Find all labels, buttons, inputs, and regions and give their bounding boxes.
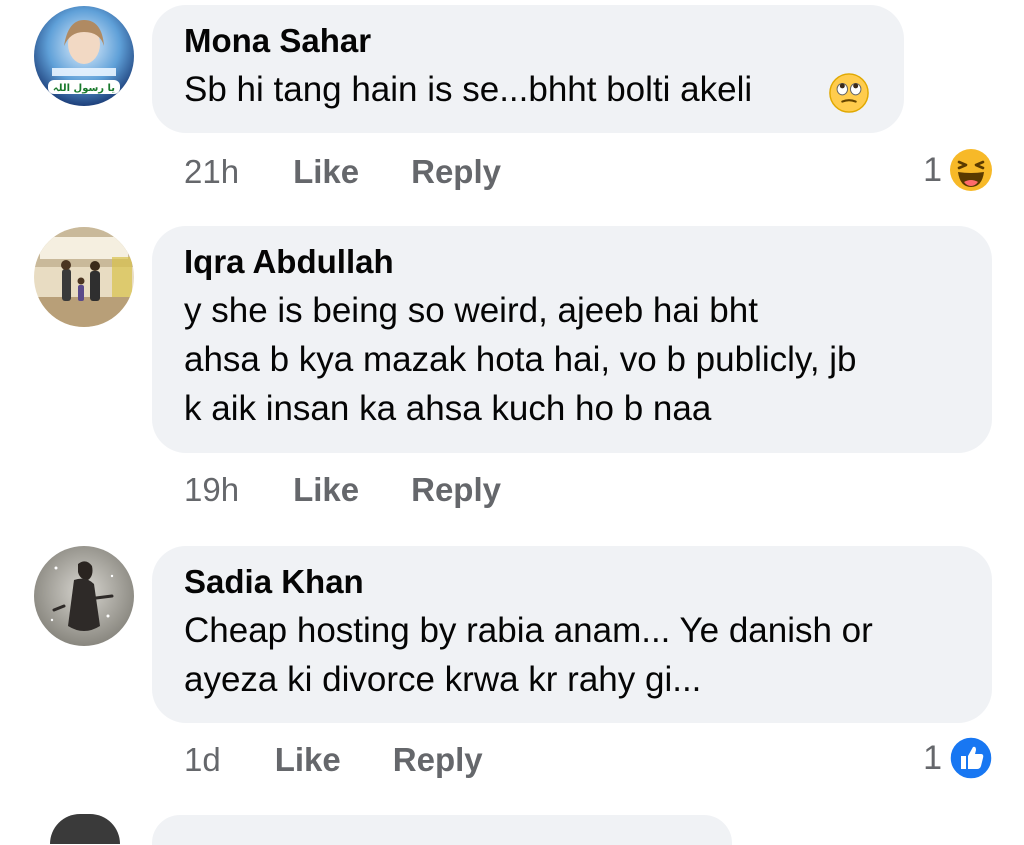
comment-timestamp[interactable]: 1d [184,741,221,779]
comment-author[interactable]: Mona Sahar [184,21,872,61]
comment-text-line: ayeza ki divorce krwa kr rahy gi... [184,660,702,699]
comment-author[interactable]: Iqra Abdullah [184,242,960,282]
comment-text-line: y she is being so weird, ajeeb hai bht [184,291,758,330]
reaction-summary[interactable]: 1 [923,734,994,782]
haha-reaction-icon [950,149,992,191]
comment-actions: 19h Like Reply [184,468,553,512]
reaction-count: 1 [923,738,942,777]
comment-actions: 21h Like Reply [184,150,553,194]
comment-author[interactable]: Sadia Khan [184,562,960,602]
avatar[interactable] [50,814,120,844]
comment-text: Sb hi tang hain is se...bhht bolti akeli [184,65,872,114]
comment-bubble: Sadia Khan Cheap hosting by rabia anam..… [152,546,992,723]
comment-text: Cheap hosting by rabia anam... Ye danish… [184,606,960,704]
comment-text-line: Sb hi tang hain is se...bhht bolti akeli [184,70,753,109]
like-button[interactable]: Like [275,741,341,779]
comment-bubble: Iqra Abdullah y she is being so weird, a… [152,226,992,453]
comment-timestamp[interactable]: 21h [184,153,239,191]
avatar[interactable] [34,546,134,646]
avatar[interactable] [34,227,134,327]
profile-picture-icon: یا رسول اللہ [34,6,134,106]
comment-bubble: Mona Sahar Sb hi tang hain is se...bhht … [152,5,904,133]
comment-text-line: ahsa b kya mazak hota hai, vo b publicly… [184,340,857,379]
eye-roll-emoji-icon [829,73,869,113]
like-reaction-icon [949,736,993,780]
avatar[interactable]: یا رسول اللہ [34,6,134,106]
comment-text: y she is being so weird, ajeeb hai bht a… [184,286,960,433]
like-button[interactable]: Like [293,153,359,191]
reaction-count: 1 [923,150,942,189]
reply-button[interactable]: Reply [393,741,483,779]
comment-timestamp[interactable]: 19h [184,471,239,509]
profile-picture-icon [34,546,134,646]
reply-button[interactable]: Reply [411,471,501,509]
profile-picture-icon [34,227,134,327]
comment-text-line: k aik insan ka ahsa kuch ho b naa [184,389,712,428]
reaction-summary[interactable]: 1 [923,146,994,194]
like-button[interactable]: Like [293,471,359,509]
avatar-badge-text: یا رسول اللہ [53,83,115,94]
comment-bubble [152,815,732,845]
comment-text-line: Cheap hosting by rabia anam... Ye danish… [184,611,873,650]
reply-button[interactable]: Reply [411,153,501,191]
comment-actions: 1d Like Reply [184,738,535,782]
